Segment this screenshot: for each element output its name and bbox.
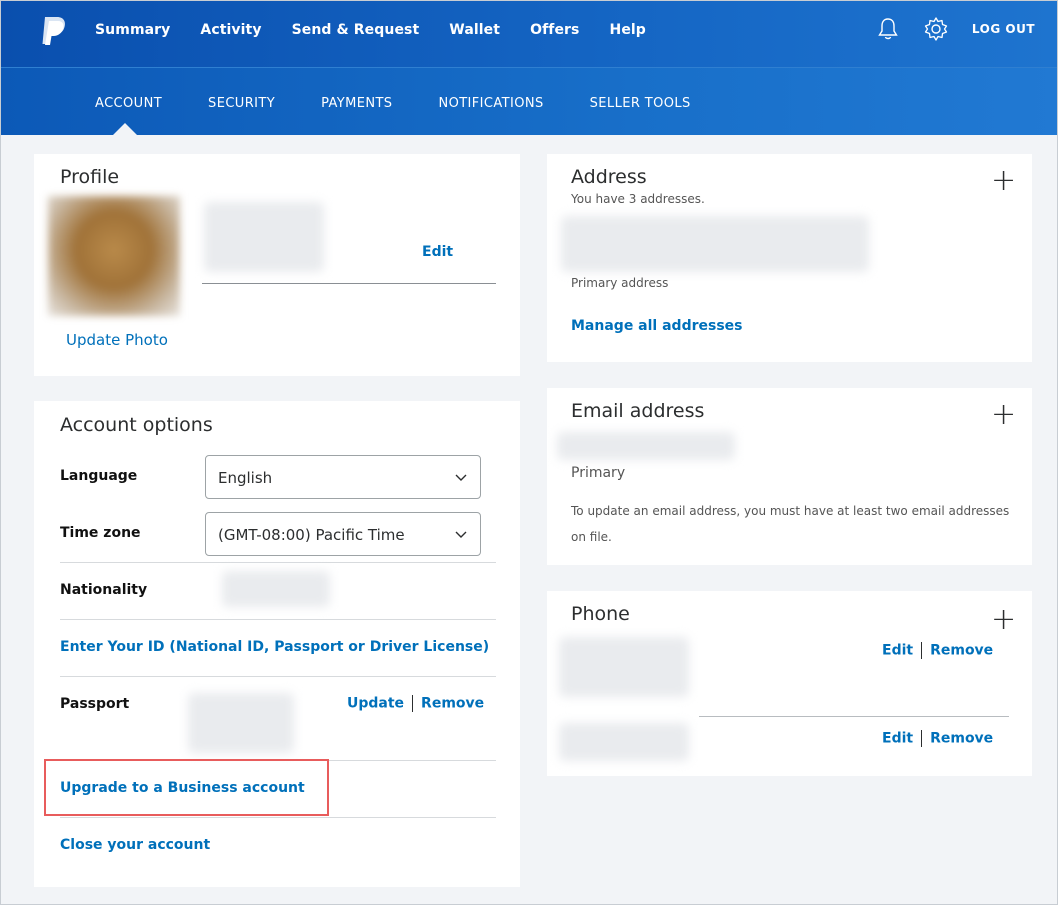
nav-offers[interactable]: Offers xyxy=(530,22,579,38)
passport-actions: Update Remove xyxy=(347,695,484,712)
address-count: You have 3 addresses. xyxy=(571,192,705,206)
profile-card: Profile Edit Update Photo xyxy=(34,154,520,376)
nav-activity[interactable]: Activity xyxy=(200,22,261,38)
passport-update-link[interactable]: Update xyxy=(347,696,404,712)
passport-label: Passport xyxy=(60,696,130,712)
phone-edit-link[interactable]: Edit xyxy=(882,731,913,747)
passport-redacted xyxy=(188,693,294,753)
enter-id-link[interactable]: Enter Your ID (National ID, Passport or … xyxy=(60,639,489,655)
timezone-value: (GMT-08:00) Pacific Time xyxy=(218,526,405,544)
language-value: English xyxy=(218,469,273,487)
manage-addresses-link[interactable]: Manage all addresses xyxy=(571,318,743,334)
avatar[interactable] xyxy=(48,196,180,316)
row-divider xyxy=(60,676,496,677)
timezone-select[interactable]: (GMT-08:00) Pacific Time xyxy=(205,512,481,556)
primary-address-label: Primary address xyxy=(571,276,669,290)
email-note: To update an email address, you must hav… xyxy=(571,504,1010,544)
close-account-link[interactable]: Close your account xyxy=(60,837,210,853)
separator xyxy=(921,642,923,659)
account-sub-nav: ACCOUNT SECURITY PAYMENTS NOTIFICATIONS … xyxy=(1,67,1057,135)
phone-redacted xyxy=(559,637,689,697)
email-title: Email address xyxy=(571,400,705,422)
chevron-down-icon xyxy=(455,474,467,481)
paypal-logo[interactable] xyxy=(39,15,69,47)
add-email-plus-icon[interactable]: + xyxy=(991,400,1016,430)
nav-wallet[interactable]: Wallet xyxy=(449,22,500,38)
phone-remove-link[interactable]: Remove xyxy=(930,731,993,747)
row-divider xyxy=(60,817,496,818)
profile-divider xyxy=(202,283,496,284)
account-options-card: Account options Language English Time zo… xyxy=(34,401,520,887)
profile-edit-link[interactable]: Edit xyxy=(422,244,453,260)
nav-summary[interactable]: Summary xyxy=(95,22,170,38)
separator xyxy=(412,695,414,712)
add-address-plus-icon[interactable]: + xyxy=(991,166,1016,196)
phone-title: Phone xyxy=(571,603,630,625)
email-redacted xyxy=(557,432,735,460)
separator xyxy=(921,730,923,747)
phone-actions: Edit Remove xyxy=(882,642,993,659)
tab-notifications[interactable]: NOTIFICATIONS xyxy=(438,96,543,111)
tab-seller-tools[interactable]: SELLER TOOLS xyxy=(590,96,691,111)
row-divider xyxy=(60,562,496,563)
phone-card: Phone + Edit Remove Edit Remove xyxy=(547,591,1032,776)
update-photo-link[interactable]: Update Photo xyxy=(66,331,168,349)
tab-security[interactable]: SECURITY xyxy=(208,96,275,111)
top-nav-bar: Summary Activity Send & Request Wallet O… xyxy=(1,1,1057,67)
nav-send-request[interactable]: Send & Request xyxy=(292,22,420,38)
add-phone-plus-icon[interactable]: + xyxy=(991,605,1016,635)
active-tab-caret xyxy=(113,123,137,135)
tab-account[interactable]: ACCOUNT xyxy=(95,96,162,111)
gear-icon[interactable] xyxy=(922,15,950,43)
account-options-title: Account options xyxy=(60,414,213,436)
nav-help[interactable]: Help xyxy=(610,22,646,38)
chevron-down-icon xyxy=(455,531,467,538)
language-select[interactable]: English xyxy=(205,455,481,499)
passport-remove-link[interactable]: Remove xyxy=(421,696,484,712)
profile-title: Profile xyxy=(60,166,120,188)
address-redacted xyxy=(561,216,869,272)
phone-remove-link[interactable]: Remove xyxy=(930,643,993,659)
logout-link[interactable]: LOG OUT xyxy=(972,22,1035,36)
timezone-label: Time zone xyxy=(60,525,141,541)
address-card: Address + You have 3 addresses. Primary … xyxy=(547,154,1032,362)
email-primary-label: Primary xyxy=(571,465,626,481)
phone-redacted xyxy=(559,723,689,761)
nationality-redacted xyxy=(222,571,330,607)
email-card: Email address + Primary To update an ema… xyxy=(547,388,1032,565)
language-label: Language xyxy=(60,468,138,484)
profile-name-redacted xyxy=(204,202,324,272)
phone-divider xyxy=(699,716,1009,717)
bell-icon[interactable] xyxy=(874,15,902,43)
address-title: Address xyxy=(571,166,647,188)
tab-payments[interactable]: PAYMENTS xyxy=(321,96,392,111)
phone-edit-link[interactable]: Edit xyxy=(882,643,913,659)
highlight-box xyxy=(44,759,329,816)
nationality-label: Nationality xyxy=(60,582,148,598)
main-nav: Summary Activity Send & Request Wallet O… xyxy=(95,22,676,38)
phone-actions: Edit Remove xyxy=(882,730,993,747)
row-divider xyxy=(60,619,496,620)
